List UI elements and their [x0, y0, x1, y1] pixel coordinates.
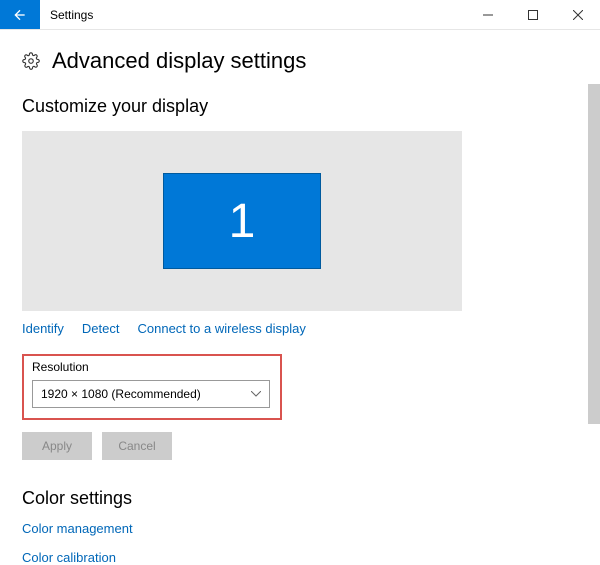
maximize-button[interactable] — [510, 0, 555, 29]
customize-heading: Customize your display — [22, 96, 578, 117]
resolution-value: 1920 × 1080 (Recommended) — [41, 387, 201, 401]
minimize-icon — [483, 10, 493, 20]
button-row: Apply Cancel — [22, 432, 578, 460]
close-button[interactable] — [555, 0, 600, 29]
maximize-icon — [528, 10, 538, 20]
apply-button[interactable]: Apply — [22, 432, 92, 460]
chevron-down-icon — [251, 389, 261, 400]
connect-wireless-link[interactable]: Connect to a wireless display — [138, 321, 306, 336]
back-arrow-icon — [12, 7, 28, 23]
identify-link[interactable]: Identify — [22, 321, 64, 336]
cancel-button[interactable]: Cancel — [102, 432, 172, 460]
color-calibration-link[interactable]: Color calibration — [22, 550, 578, 565]
titlebar-spacer — [103, 0, 465, 29]
detect-link[interactable]: Detect — [82, 321, 120, 336]
titlebar: Settings — [0, 0, 600, 30]
gear-icon — [22, 52, 40, 70]
window-title: Settings — [40, 0, 103, 29]
page-header: Advanced display settings — [22, 48, 578, 74]
content-area: Advanced display settings Customize your… — [0, 30, 600, 565]
window-controls — [465, 0, 600, 29]
color-settings-heading: Color settings — [22, 488, 578, 509]
minimize-button[interactable] — [465, 0, 510, 29]
page-title: Advanced display settings — [52, 48, 306, 74]
back-button[interactable] — [0, 0, 40, 29]
close-icon — [573, 10, 583, 20]
color-management-link[interactable]: Color management — [22, 521, 578, 536]
vertical-scrollbar[interactable] — [588, 84, 600, 424]
display-preview: 1 — [22, 131, 462, 311]
resolution-label: Resolution — [32, 360, 272, 374]
monitor-number: 1 — [229, 194, 256, 249]
resolution-highlight-annotation: Resolution 1920 × 1080 (Recommended) — [22, 354, 282, 420]
monitor-1[interactable]: 1 — [163, 173, 321, 269]
display-actions: Identify Detect Connect to a wireless di… — [22, 321, 578, 336]
resolution-dropdown[interactable]: 1920 × 1080 (Recommended) — [32, 380, 270, 408]
